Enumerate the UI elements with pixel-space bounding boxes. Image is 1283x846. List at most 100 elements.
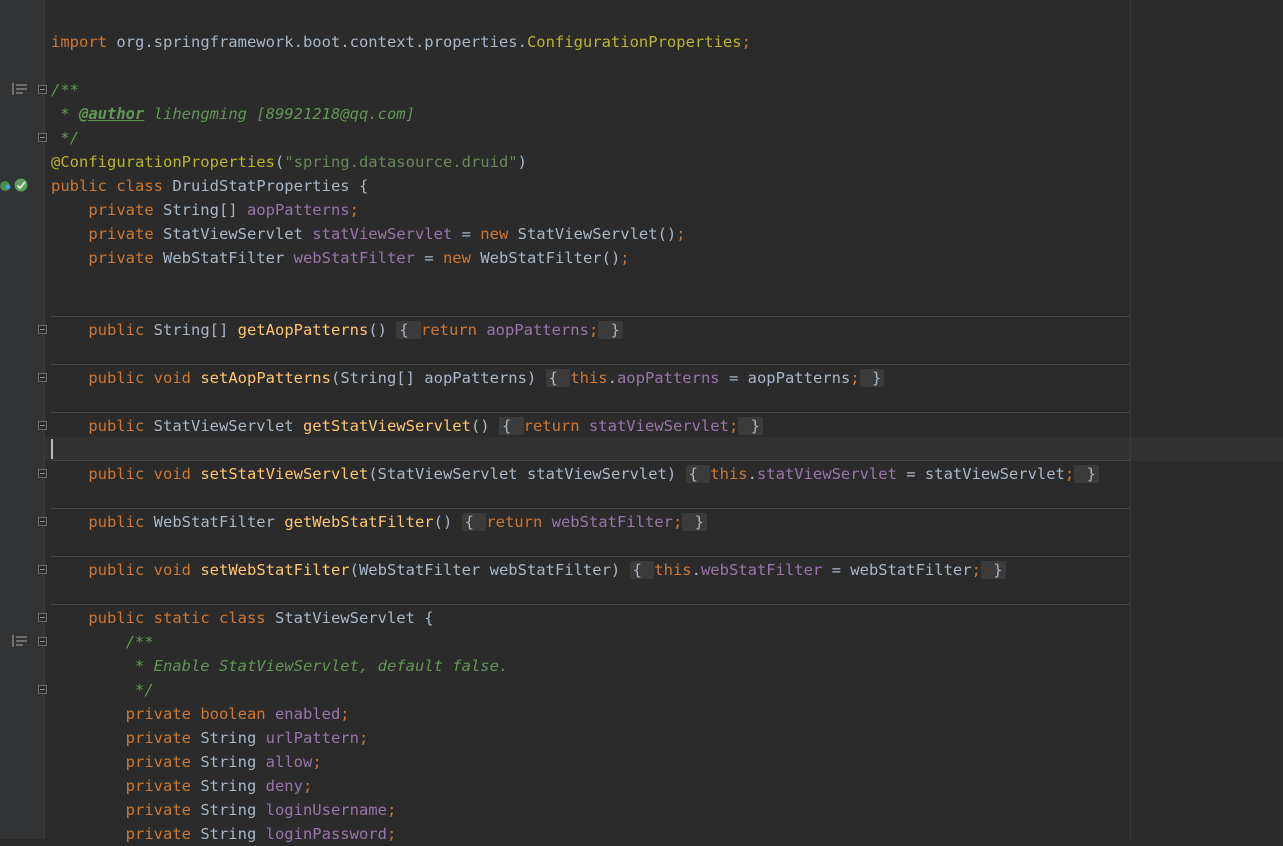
code-line[interactable]: * Enable StatViewServlet, default false. [51, 654, 508, 678]
code-line[interactable]: public static class StatViewServlet { [51, 606, 433, 630]
code-token: StatViewServlet [162, 225, 313, 243]
folded-brace[interactable]: } [980, 561, 1006, 579]
code-token: String [200, 777, 266, 795]
folded-brace[interactable]: { [545, 369, 571, 387]
code-token: */ [51, 681, 154, 699]
code-token: (StatViewServlet statViewServlet) [368, 465, 686, 483]
code-token: this [710, 465, 748, 483]
code-line[interactable]: private WebStatFilter webStatFilter = ne… [51, 246, 629, 270]
code-token: /** [51, 81, 79, 99]
code-token: class [116, 177, 173, 195]
code-token: urlPattern [265, 729, 359, 747]
code-token: void [153, 561, 201, 579]
code-line[interactable]: public void setWebStatFilter(WebStatFilt… [51, 558, 1006, 582]
code-line[interactable]: private StatViewServlet statViewServlet … [51, 222, 685, 246]
code-line[interactable]: import org.springframework.boot.context.… [51, 30, 751, 54]
code-line[interactable]: public void setStatViewServlet(StatViewS… [51, 462, 1099, 486]
render-doc-icon[interactable] [12, 83, 28, 97]
code-token: public [51, 561, 154, 579]
code-token: new [480, 225, 518, 243]
code-token: ConfigurationProperties [526, 33, 742, 51]
code-line[interactable]: @ConfigurationProperties("spring.datasou… [51, 150, 527, 174]
code-token: getAopPatterns [237, 321, 369, 339]
code-token: setStatViewServlet [200, 465, 369, 483]
code-token: ; [728, 417, 739, 435]
code-token: * [51, 105, 79, 123]
code-token: private [51, 705, 201, 723]
code-token: WebStatFilter() [480, 249, 621, 267]
code-line[interactable]: */ [51, 678, 154, 702]
code-token: String [200, 729, 266, 747]
code-token: class [218, 609, 275, 627]
code-token: this [570, 369, 608, 387]
method-separator [51, 316, 1130, 317]
folded-brace[interactable]: { [629, 561, 655, 579]
code-token: public [51, 417, 154, 435]
folded-brace[interactable]: } [1074, 465, 1099, 483]
code-line[interactable]: public String[] getAopPatterns() { retur… [51, 318, 623, 342]
code-line[interactable]: private String allow; [51, 750, 322, 774]
method-separator [51, 508, 1130, 509]
code-token: ; [971, 561, 981, 579]
code-line[interactable]: public StatViewServlet getStatViewServle… [51, 414, 763, 438]
code-token: DruidStatProperties { [172, 177, 369, 195]
code-token: public [51, 321, 154, 339]
code-token: = statViewServlet [896, 465, 1065, 483]
code-token: /** [51, 633, 154, 651]
code-token: ; [588, 321, 599, 339]
code-token: StatViewServlet [153, 417, 303, 435]
code-line[interactable]: public WebStatFilter getWebStatFilter() … [51, 510, 707, 534]
code-line[interactable]: public class DruidStatProperties { [51, 174, 368, 198]
code-token: setAopPatterns [200, 369, 331, 387]
code-token: . [691, 561, 701, 579]
code-line[interactable]: /** [51, 630, 154, 654]
folded-brace[interactable]: } [738, 417, 763, 435]
spring-bean-icon[interactable] [0, 177, 30, 193]
method-separator [51, 556, 1130, 557]
code-token: () [368, 321, 397, 339]
code-token: * Enable StatViewServlet, default false. [51, 657, 509, 675]
code-line[interactable]: private String[] aopPatterns; [51, 198, 359, 222]
folded-brace[interactable]: } [682, 513, 707, 531]
code-token: webStatFilter [551, 513, 673, 531]
code-token: WebStatFilter [162, 249, 294, 267]
folded-brace[interactable]: } [859, 369, 885, 387]
code-token: new [442, 249, 481, 267]
code-token: aopPatterns [616, 369, 720, 387]
code-line[interactable]: private String loginPassword; [51, 822, 397, 846]
code-token: public [51, 609, 154, 627]
code-token: String[] [153, 321, 238, 339]
code-token: webStatFilter [293, 249, 415, 267]
code-token: String[] [162, 201, 247, 219]
folded-brace[interactable]: } [598, 321, 623, 339]
code-token: return [420, 321, 487, 339]
folded-brace[interactable]: { [461, 513, 487, 531]
code-token: aopPatterns [486, 321, 589, 339]
code-line[interactable]: */ [51, 126, 79, 150]
folded-brace[interactable]: { [498, 417, 524, 435]
code-line[interactable]: private String loginUsername; [51, 798, 397, 822]
method-separator [51, 412, 1130, 413]
code-line[interactable]: public void setAopPatterns(String[] aopP… [51, 366, 885, 390]
code-token: String [200, 825, 266, 843]
code-token: ; [741, 33, 751, 51]
code-token: getStatViewServlet [302, 417, 471, 435]
code-token: = [414, 249, 443, 267]
code-line[interactable]: private boolean enabled; [51, 702, 350, 726]
code-token: () [470, 417, 499, 435]
code-token: getWebStatFilter [284, 513, 434, 531]
code-line[interactable]: /** [51, 78, 79, 102]
code-token: ( [274, 153, 285, 171]
code-token: StatViewServlet() [517, 225, 677, 243]
folded-brace[interactable]: { [396, 321, 421, 339]
code-token: loginPassword [265, 825, 387, 843]
code-token: ; [386, 825, 397, 843]
code-token: . [747, 465, 757, 483]
code-editor[interactable]: import org.springframework.boot.context.… [45, 0, 1283, 843]
render-doc-icon[interactable] [12, 635, 28, 649]
method-separator [51, 460, 1130, 461]
folded-brace[interactable]: { [685, 465, 711, 483]
code-line[interactable]: private String urlPattern; [51, 726, 369, 750]
code-line[interactable]: * @author lihengming [89921218@qq.com] [51, 102, 415, 126]
code-line[interactable]: private String deny; [51, 774, 313, 798]
